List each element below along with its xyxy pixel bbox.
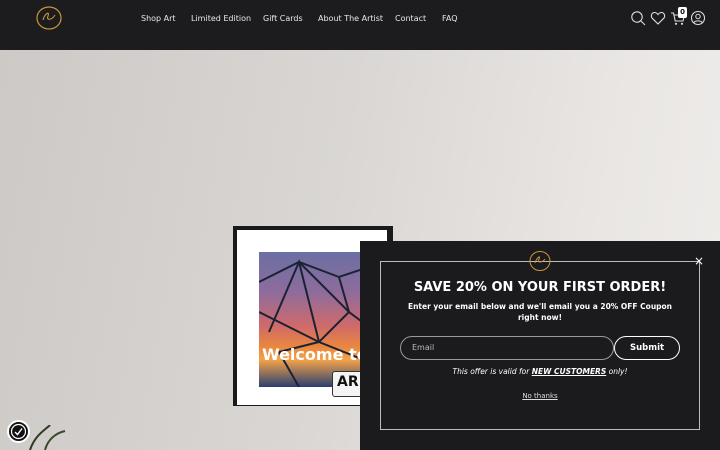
email-input[interactable]: Email (400, 336, 614, 360)
popup-logo (529, 251, 551, 271)
artwork-image (259, 252, 369, 387)
nav-about-the-artist[interactable]: About The Artist (318, 14, 383, 23)
site-header: Shop Art Limited Edition Gift Cards Abou… (0, 0, 720, 50)
artwork-badge-text: AR (337, 374, 359, 390)
offer-note: This offer is valid for NEW CUSTOMERS on… (360, 367, 720, 376)
offer-suffix: only! (606, 367, 628, 376)
heart-icon[interactable] (650, 10, 666, 26)
submit-button[interactable]: Submit (614, 336, 680, 360)
offer-emphasis: NEW CUSTOMERS (531, 367, 607, 376)
close-icon[interactable]: × (693, 255, 705, 267)
popup-title: SAVE 20% ON YOUR FIRST ORDER! (413, 280, 667, 295)
nav-limited-edition[interactable]: Limited Edition (191, 14, 251, 23)
offer-prefix: This offer is valid for (452, 367, 532, 376)
accessibility-icon (10, 423, 27, 440)
brand-logo[interactable] (34, 5, 64, 31)
no-thanks-link[interactable]: No thanks (520, 392, 560, 401)
popup-subtitle: Enter your email below and we'll email y… (407, 302, 673, 322)
search-icon[interactable] (630, 10, 646, 26)
nav-contact[interactable]: Contact (395, 14, 426, 23)
nav-faq[interactable]: FAQ (442, 14, 458, 23)
newsletter-popup: × SAVE 20% ON YOUR FIRST ORDER! Enter yo… (360, 241, 720, 450)
account-icon[interactable] (690, 10, 706, 26)
header-icons: 0 (630, 7, 710, 28)
hero-welcome-text: Welcome to (262, 345, 368, 364)
accessibility-button[interactable] (7, 420, 30, 443)
nav-shop-art[interactable]: Shop Art (141, 14, 176, 23)
nav-gift-cards[interactable]: Gift Cards (263, 14, 303, 23)
artwork-structure-graphic (259, 258, 369, 387)
cart-count-badge: 0 (678, 7, 687, 18)
